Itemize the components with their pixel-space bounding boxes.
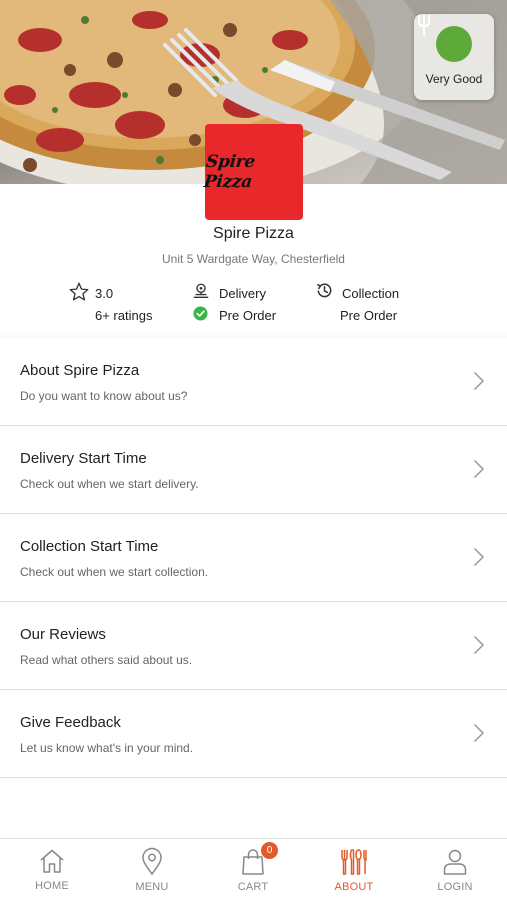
list-item-subtitle: Let us know what's in your mind.: [20, 741, 194, 755]
bottom-nav: HOME MENU 0 CART ABOUT LOGIN: [0, 838, 507, 900]
rating-value: 3.0: [95, 286, 114, 301]
chevron-right-icon: [473, 547, 485, 567]
nav-menu-label: MENU: [135, 881, 169, 893]
list-item-delivery-start[interactable]: Delivery Start Time Check out when we st…: [0, 426, 507, 514]
cutlery-icon: [341, 849, 367, 875]
store-name: Spire Pizza: [213, 225, 294, 242]
restaurant-logo: Spire Pizza: [202, 124, 303, 220]
star-icon: [69, 282, 89, 301]
hygiene-rating-badge[interactable]: Very Good: [414, 14, 494, 100]
fork-rating-icon: [418, 15, 472, 62]
list-item-subtitle: Check out when we start delivery.: [20, 477, 199, 491]
nav-home-label: HOME: [35, 880, 69, 892]
nav-menu[interactable]: MENU: [102, 839, 202, 900]
nav-login-label: LOGIN: [437, 881, 473, 893]
nav-about[interactable]: ABOUT: [304, 839, 404, 900]
chevron-right-icon: [473, 371, 485, 391]
list-item-title: Collection Start Time: [20, 538, 159, 555]
collection-label: Collection: [342, 286, 400, 301]
logo-text: Spire Pizza: [202, 152, 257, 192]
list-item-subtitle: Read what others said about us.: [20, 653, 193, 667]
list-item-subtitle: Do you want to know about us?: [20, 389, 188, 403]
check-circle-icon: [193, 306, 208, 321]
hygiene-rating-label: Very Good: [425, 72, 483, 86]
nav-home[interactable]: HOME: [2, 839, 102, 900]
delivery-block: Delivery Pre Order: [192, 283, 302, 324]
chevron-right-icon: [473, 635, 485, 655]
rating-block[interactable]: 3.0 6+ ratings: [68, 282, 168, 324]
list-item-subtitle: Check out when we start collection.: [20, 565, 209, 579]
list-item-feedback[interactable]: Give Feedback Let us know what's in your…: [0, 690, 507, 778]
list-item-title: Give Feedback: [20, 714, 121, 731]
list-item-title: Our Reviews: [20, 626, 106, 643]
list-item-reviews[interactable]: Our Reviews Read what others said about …: [0, 602, 507, 690]
list-item-collection-start[interactable]: Collection Start Time Check out when we …: [0, 514, 507, 602]
nav-cart[interactable]: 0 CART: [203, 839, 303, 900]
home-icon: [40, 849, 64, 873]
ratings-count: 6+ ratings: [95, 308, 153, 323]
delivery-label: Delivery: [219, 286, 266, 301]
list-item-title: Delivery Start Time: [20, 450, 147, 467]
nav-login[interactable]: LOGIN: [405, 839, 505, 900]
chevron-right-icon: [473, 723, 485, 743]
collection-status: Pre Order: [340, 308, 398, 323]
list-item-title: About Spire Pizza: [20, 362, 140, 379]
nav-about-label: ABOUT: [334, 881, 374, 893]
list-item-about[interactable]: About Spire Pizza Do you want to know ab…: [0, 338, 507, 426]
collection-block: Collection Pre Order: [314, 283, 424, 324]
store-address: Unit 5 Wardgate Way, Chesterfield: [162, 252, 345, 266]
delivery-status: Pre Order: [219, 308, 277, 323]
chevron-right-icon: [473, 459, 485, 479]
cart-count-badge: 0: [261, 842, 278, 859]
user-icon: [443, 849, 467, 875]
delivery-pin-icon: [193, 283, 209, 298]
nav-cart-label: CART: [237, 881, 269, 893]
history-clock-icon: [316, 283, 332, 298]
location-pin-icon: [142, 847, 162, 876]
